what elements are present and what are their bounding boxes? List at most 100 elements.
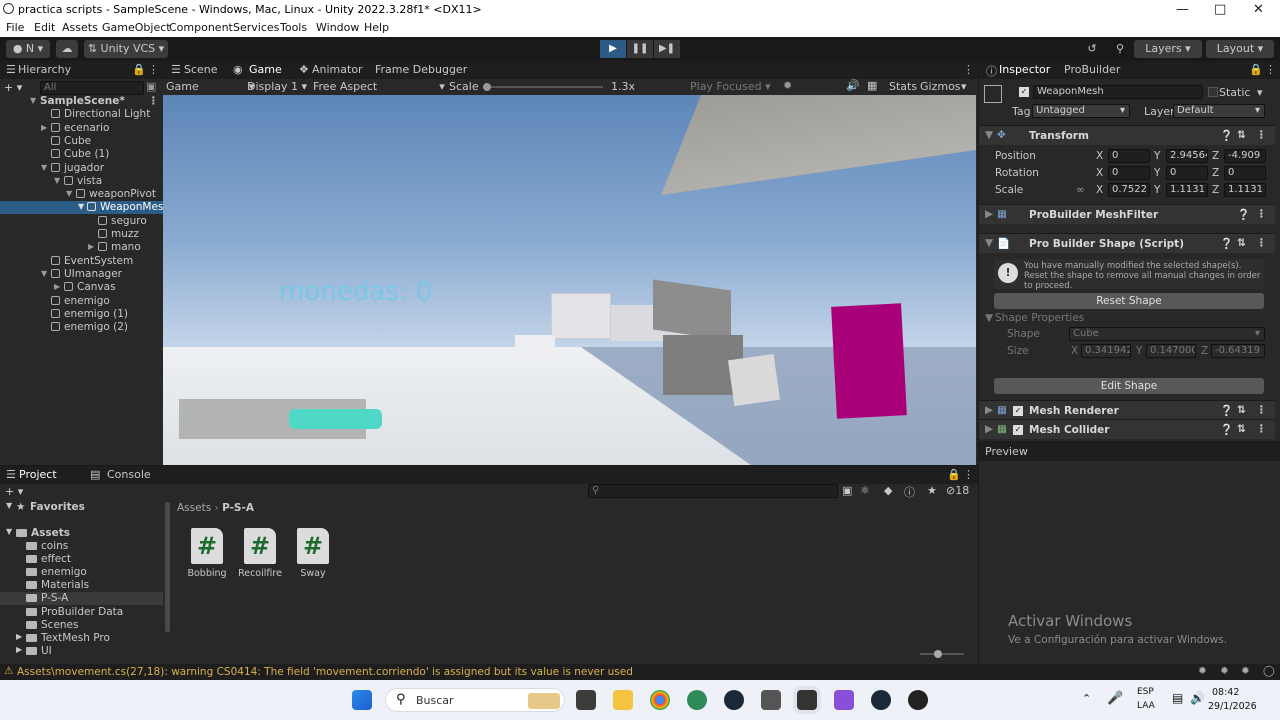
hierarchy-item[interactable]: enemigo (1)	[0, 308, 163, 321]
bug-icon[interactable]: ✹	[1198, 665, 1207, 677]
game-viewport[interactable]: monedas: 0	[163, 95, 976, 465]
stats-button[interactable]: Stats	[889, 80, 917, 93]
rotation-y-field[interactable]: 0	[1166, 166, 1208, 180]
volume-icon[interactable]: 🔊	[1190, 691, 1205, 705]
tab-animator[interactable]: Animator	[312, 63, 363, 76]
position-y-field[interactable]: 2.94564	[1166, 149, 1208, 163]
shape-script-header[interactable]: ▼ 📄 Pro Builder Shape (Script) ❔ ⇅ ⋮	[979, 233, 1275, 253]
transform-header[interactable]: ▼ ✥ Transform ❔ ⇅ ⋮	[979, 125, 1275, 145]
pause-button[interactable]: ❚❚	[627, 40, 653, 58]
windows-start-icon[interactable]	[352, 690, 372, 710]
progress-icon[interactable]: ◯	[1263, 665, 1275, 677]
size-y-field[interactable]: 0.147000	[1146, 344, 1196, 358]
favorite-icon[interactable]: ★	[927, 484, 937, 497]
assets-foldout[interactable]: ▼ Assets	[0, 527, 163, 540]
scale-y-field[interactable]: 1.1131	[1166, 183, 1208, 197]
hierarchy-item[interactable]: ▼ jugador	[0, 162, 163, 175]
more-icon[interactable]: ⋮	[148, 63, 159, 76]
unity-hub-icon[interactable]	[761, 690, 781, 710]
component-menu-icon[interactable]: ⋮	[1256, 404, 1267, 416]
size-x-field[interactable]: 0.341942	[1081, 344, 1131, 358]
component-menu-icon[interactable]: ⋮	[1256, 423, 1267, 435]
favorites-foldout[interactable]: ▼ ★ Favorites	[0, 501, 163, 514]
play-focused-dropdown[interactable]: Play Focused ▾	[690, 80, 771, 93]
hidden-count[interactable]: ⊘18	[946, 484, 969, 497]
object-name-field[interactable]: WeaponMesh	[1033, 85, 1203, 99]
hierarchy-item[interactable]: ▶ mano	[0, 241, 163, 254]
hierarchy-item[interactable]: muzz	[0, 228, 163, 241]
steam-icon[interactable]	[724, 690, 744, 710]
shape-dropdown[interactable]: Cube ▾	[1069, 327, 1265, 341]
discord-icon[interactable]	[908, 690, 928, 710]
more-icon[interactable]: ⋮	[1265, 63, 1276, 76]
help-icon[interactable]: ❔	[1220, 237, 1233, 250]
unity-vcs-button[interactable]: ⇅ Unity VCS ▾	[84, 40, 168, 58]
scale-slider-thumb[interactable]	[483, 83, 491, 91]
folder-item[interactable]: Materials	[0, 579, 163, 592]
hierarchy-item[interactable]: Directional Light	[0, 108, 163, 121]
component-menu-icon[interactable]: ⋮	[1256, 208, 1267, 220]
hierarchy-item[interactable]: ▶ ecenario	[0, 122, 163, 135]
folder-item[interactable]: coins	[0, 540, 163, 553]
component-menu-icon[interactable]: ⋮	[1256, 237, 1267, 249]
xbox-icon[interactable]	[687, 690, 707, 710]
breadcrumb-root[interactable]: Assets	[177, 502, 211, 514]
tab-frame-debugger[interactable]: Frame Debugger	[375, 63, 467, 76]
icon-size-thumb[interactable]	[934, 650, 942, 658]
hierarchy-item[interactable]: seguro	[0, 215, 163, 228]
search-by-type-icon[interactable]: ▣	[842, 484, 852, 497]
clock-time[interactable]: 08:42	[1212, 687, 1239, 698]
hierarchy-item[interactable]: enemigo (2)	[0, 321, 163, 334]
menu-services[interactable]: Services	[233, 21, 279, 34]
display-dropdown[interactable]: Display 1 ▾	[247, 80, 307, 93]
static-dropdown-icon[interactable]: ▾	[1257, 86, 1263, 99]
hierarchy-item[interactable]: EventSystem	[0, 255, 163, 268]
hierarchy-item[interactable]: ▼ UImanager	[0, 268, 163, 281]
steam-icon-2[interactable]	[871, 690, 891, 710]
scale-z-field[interactable]: 1.1131	[1224, 183, 1266, 197]
preset-icon[interactable]: ⇅	[1237, 237, 1246, 249]
meshfilter-header[interactable]: ▶ ▦ ProBuilder MeshFilter ❔ ⋮	[979, 204, 1275, 224]
rotation-z-field[interactable]: 0	[1224, 166, 1266, 180]
hierarchy-item[interactable]: Cube (1)	[0, 148, 163, 161]
minimize-icon[interactable]: —	[1176, 2, 1189, 17]
tab-project[interactable]: Project	[19, 468, 57, 481]
size-z-field[interactable]: -0.64319	[1211, 344, 1265, 358]
filter-icon[interactable]: ▣	[146, 80, 156, 93]
file-explorer-icon[interactable]	[613, 690, 633, 710]
rotation-x-field[interactable]: 0	[1108, 166, 1150, 180]
taskbar-search[interactable]: ⚲ Buscar	[385, 688, 565, 712]
tag-icon[interactable]: ◆	[884, 484, 892, 497]
play-button[interactable]: ▶	[600, 40, 626, 58]
language-indicator[interactable]: ESP	[1137, 687, 1154, 697]
network-icon[interactable]: ✹	[1220, 665, 1229, 677]
position-x-field[interactable]: 0	[1108, 149, 1150, 163]
gizmos-button[interactable]: Gizmos	[920, 80, 961, 93]
history-icon[interactable]: ↺	[1082, 40, 1102, 58]
menu-edit[interactable]: Edit	[34, 21, 55, 34]
hierarchy-item[interactable]: ▼ vista	[0, 175, 163, 188]
script-asset[interactable]: # Bobbing	[182, 528, 232, 579]
component-menu-icon[interactable]: ⋮	[1256, 129, 1267, 141]
create-asset-button[interactable]: + ▾	[5, 485, 23, 498]
layer-dropdown[interactable]: Default ▾	[1173, 104, 1265, 118]
hierarchy-search-input[interactable]: All	[40, 81, 144, 95]
edit-shape-button[interactable]: Edit Shape	[994, 378, 1264, 394]
lock-icon[interactable]: 🔒	[132, 63, 146, 76]
preset-icon[interactable]: ⇅	[1237, 129, 1246, 141]
tab-console[interactable]: Console	[107, 468, 151, 481]
gizmos-dropdown-icon[interactable]: ▾	[961, 80, 967, 93]
folder-item-selected[interactable]: P-S-A	[0, 592, 163, 605]
help-icon[interactable]: ❔	[1220, 129, 1233, 142]
audio-icon[interactable]: 🔊	[846, 79, 860, 92]
mesh-renderer-header[interactable]: ▶ ▦ ✓ Mesh Renderer ❔ ⇅ ⋮	[979, 400, 1275, 420]
aspect-dropdown[interactable]: Free Aspect ▾	[313, 80, 445, 93]
scale-x-field[interactable]: 0.7522	[1108, 183, 1150, 197]
script-asset[interactable]: # Recoilfire	[235, 528, 285, 579]
cloud-icon[interactable]: ☁	[56, 40, 78, 58]
help-icon[interactable]: ❔	[1237, 208, 1250, 221]
menu-assets[interactable]: Assets	[62, 21, 98, 34]
menu-gameobject[interactable]: GameObject	[102, 21, 171, 34]
lock-icon[interactable]: 🔒	[947, 468, 961, 481]
folder-item[interactable]: ▶ TextMesh Pro	[0, 632, 163, 645]
